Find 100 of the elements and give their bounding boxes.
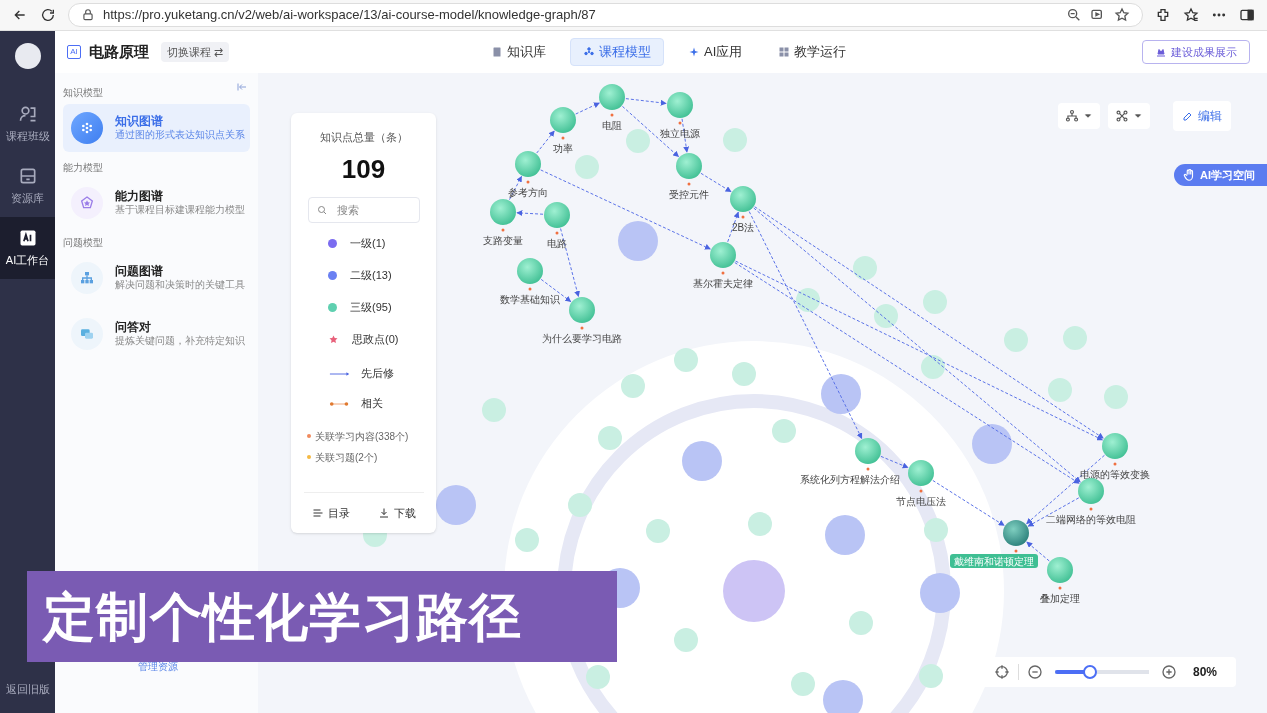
zoom-in-icon[interactable] (1161, 664, 1177, 680)
node-label: 受控元件 (669, 189, 709, 200)
knowledge-node[interactable] (490, 199, 516, 225)
section-title: 问题模型 (63, 236, 103, 250)
ai-badge: AI (67, 45, 81, 59)
knowledge-node[interactable] (855, 438, 881, 464)
model-item[interactable]: 问答对 提炼关键问题，补充特定知识 (63, 310, 250, 358)
node-label: 功率 (553, 143, 573, 154)
nav-tab[interactable]: 课程模型 (570, 38, 664, 66)
knowledge-node[interactable] (1078, 478, 1104, 504)
url-text: https://pro.yuketang.cn/v2/web/ai-workspace/13/ai-course-model/knowledge-graph/87 (103, 6, 597, 25)
knowledge-node[interactable] (599, 84, 625, 110)
address-bar[interactable]: https://pro.yuketang.cn/v2/web/ai-workspace/13/ai-course-model/knowledge-graph/87 (68, 3, 1143, 27)
knowledge-node[interactable] (517, 258, 543, 284)
item-title: 知识图谱 (115, 114, 164, 129)
locate-icon[interactable] (994, 664, 1010, 680)
panel-button[interactable]: 下载 (377, 504, 416, 521)
nav-tab[interactable]: AI应用 (676, 38, 755, 66)
knowledge-node[interactable] (710, 242, 736, 268)
ai-learning-space-button[interactable]: AI学习空间 (1174, 164, 1267, 186)
level-label: 三级(95) (350, 300, 392, 316)
tab-icon (491, 46, 503, 58)
knowledge-node[interactable] (515, 151, 541, 177)
total-label: 知识点总量（条） (319, 130, 408, 145)
download-icon (377, 506, 390, 519)
style-dropdown[interactable] (1108, 103, 1150, 129)
node-label: 叠加定理 (1040, 593, 1080, 604)
knowledge-node[interactable] (569, 297, 595, 323)
nav-tab[interactable]: 教学运行 (766, 38, 859, 66)
node-label: 电阻 (602, 120, 622, 131)
list-icon (311, 506, 324, 519)
network-icon (71, 112, 103, 144)
content-dot (1113, 462, 1117, 466)
content-dot (555, 231, 559, 235)
content-dot (528, 287, 532, 291)
nav-tab[interactable]: 知识库 (479, 38, 558, 66)
zoom-out-icon[interactable] (1027, 664, 1043, 680)
hierarchy-icon (1065, 109, 1079, 123)
content-dot (866, 467, 870, 471)
avatar[interactable] (14, 43, 41, 69)
zoom-percent: 80% (1193, 664, 1218, 681)
node-label: 数学基础知识 (500, 294, 560, 305)
model-item[interactable]: 知识图谱 通过图的形式表达知识点关系 (63, 104, 250, 152)
knowledge-node[interactable] (667, 92, 693, 118)
course-title: 电路原理 (89, 41, 149, 62)
prerequisite-arrow (575, 102, 600, 115)
showcase-button[interactable]: 建设成果展示 (1142, 40, 1250, 64)
caret-icon (1083, 111, 1093, 121)
refresh-icon[interactable] (40, 7, 56, 23)
favorites-icon[interactable] (1183, 7, 1199, 23)
node-label: 2B法 (731, 222, 755, 233)
knowledge-node[interactable] (676, 153, 702, 179)
item-subtitle: 提炼关键问题，补充特定知识 (115, 335, 245, 348)
tab-icon (583, 46, 595, 58)
zoom-out-icon[interactable] (1066, 7, 1082, 23)
star-icon[interactable] (1114, 7, 1130, 23)
model-item[interactable]: 能力图谱 基于课程目标建课程能力模型 (63, 179, 250, 227)
knowledge-node[interactable] (544, 202, 570, 228)
content-dot (1089, 507, 1093, 511)
stat-label[interactable]: 关联学习内容(338个) (315, 428, 409, 444)
knowledge-node[interactable] (1047, 557, 1073, 583)
sidebar-icon[interactable] (1239, 7, 1255, 23)
stat-label[interactable]: 关联习题(2个) (315, 449, 378, 465)
switch-course-button[interactable]: 切换课程 ⇄ (161, 41, 230, 63)
knowledge-node[interactable] (730, 186, 756, 212)
lock-icon (81, 8, 95, 22)
rail-tab[interactable]: 资源库 (0, 155, 55, 217)
knowledge-node[interactable] (1003, 520, 1029, 546)
manage-resources-link[interactable]: 管理资源 (138, 659, 178, 674)
search-icon (315, 203, 328, 216)
network-icon (1115, 109, 1129, 123)
node-label: 参考方向 (508, 187, 548, 198)
extension-icon[interactable] (1155, 7, 1171, 23)
knowledge-node[interactable] (1102, 433, 1128, 459)
node-label: 电源的等效变换 (1080, 469, 1150, 480)
edit-button[interactable]: 编辑 (1173, 101, 1231, 131)
total-count: 109 (341, 152, 386, 186)
rail-tab[interactable]: 课程班级 (0, 93, 55, 155)
panel-button[interactable]: 目录 (311, 504, 350, 521)
content-dot (501, 228, 505, 232)
caption-text: 定制个性化学习路径 (43, 585, 523, 649)
content-dot (687, 182, 691, 186)
layout-dropdown[interactable] (1058, 103, 1100, 129)
level-label: 思政点(0) (352, 332, 399, 348)
node-label: 节点电压法 (896, 496, 946, 507)
node-label: 独立电源 (660, 128, 700, 139)
old-version-link[interactable]: 返回旧版 (5, 680, 50, 697)
pencil-icon (1182, 110, 1194, 122)
level-label: 二级(13) (350, 268, 392, 284)
slider-thumb[interactable] (1083, 665, 1097, 679)
rail-tab[interactable]: AI工作台 (0, 217, 55, 279)
search-field[interactable]: 搜索 (307, 196, 420, 223)
node-label: 电路 (547, 238, 567, 249)
content-dot (919, 489, 923, 493)
item-subtitle: 基于课程目标建课程能力模型 (115, 204, 245, 217)
caret-icon (1133, 111, 1143, 121)
model-item[interactable]: 问题图谱 解决问题和决策时的关键工具 (63, 254, 250, 302)
content-dot (721, 271, 725, 275)
knowledge-node[interactable] (908, 460, 934, 486)
knowledge-node[interactable] (550, 107, 576, 133)
